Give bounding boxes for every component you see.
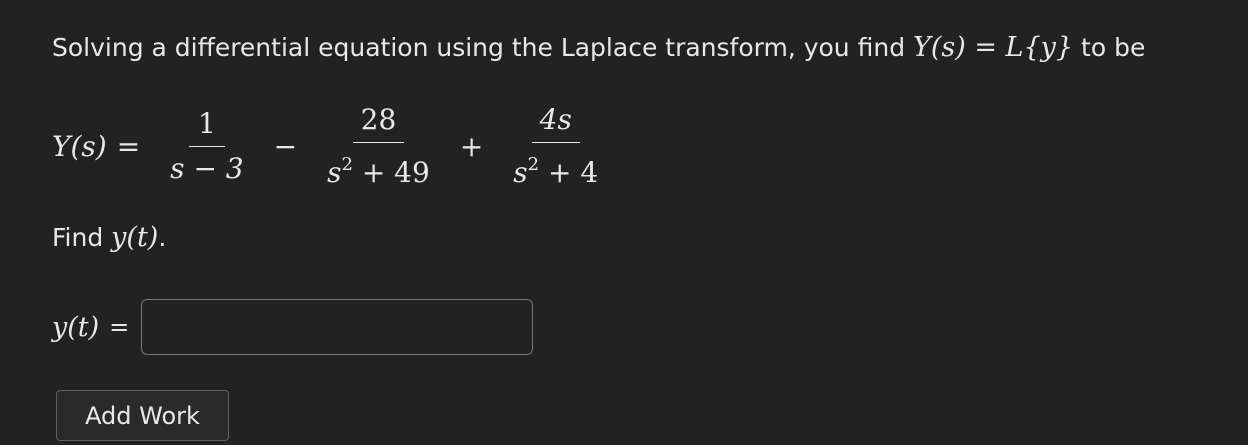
- operator-plus: +: [459, 129, 484, 163]
- term1-numerator: 1: [188, 107, 225, 147]
- prompt-text: Solving a differential equation using th…: [52, 33, 914, 62]
- find-period: .: [158, 223, 167, 252]
- answer-input[interactable]: [141, 299, 534, 355]
- problem-page: Solving a differential equation using th…: [0, 0, 1248, 445]
- fraction-term-2: 28 s2 + 49: [319, 103, 438, 189]
- term3-numerator: 4s: [531, 103, 580, 143]
- find-instruction: Find y(t).: [52, 220, 166, 256]
- equation-lhs: Y(s): [52, 129, 107, 163]
- term1-denominator: s − 3: [170, 151, 244, 185]
- term2-denominator: s2 + 49: [327, 153, 430, 189]
- prompt-math: Y(s) = L{y}: [913, 32, 1074, 63]
- find-text: Find: [52, 223, 112, 252]
- term3-denominator: s2 + 4: [513, 153, 599, 189]
- fraction-term-1: 1 s − 3: [162, 107, 251, 185]
- problem-statement: Solving a differential equation using th…: [52, 30, 1145, 66]
- fraction-term-3: 4s s2 + 4: [505, 103, 606, 189]
- answer-row: y(t) =: [52, 297, 534, 357]
- add-work-button[interactable]: Add Work: [56, 390, 229, 441]
- answer-equals: =: [109, 313, 130, 341]
- answer-label: y(t): [52, 311, 100, 343]
- prompt-text-end: to be: [1073, 33, 1146, 62]
- term2-numerator: 28: [352, 103, 405, 143]
- find-math: y(t): [111, 222, 159, 253]
- equation-equals: =: [116, 129, 141, 163]
- laplace-equation: Y(s) = 1 s − 3 − 28 s2 + 49 + 4s s2 + 4: [52, 98, 618, 194]
- operator-minus: −: [273, 129, 298, 163]
